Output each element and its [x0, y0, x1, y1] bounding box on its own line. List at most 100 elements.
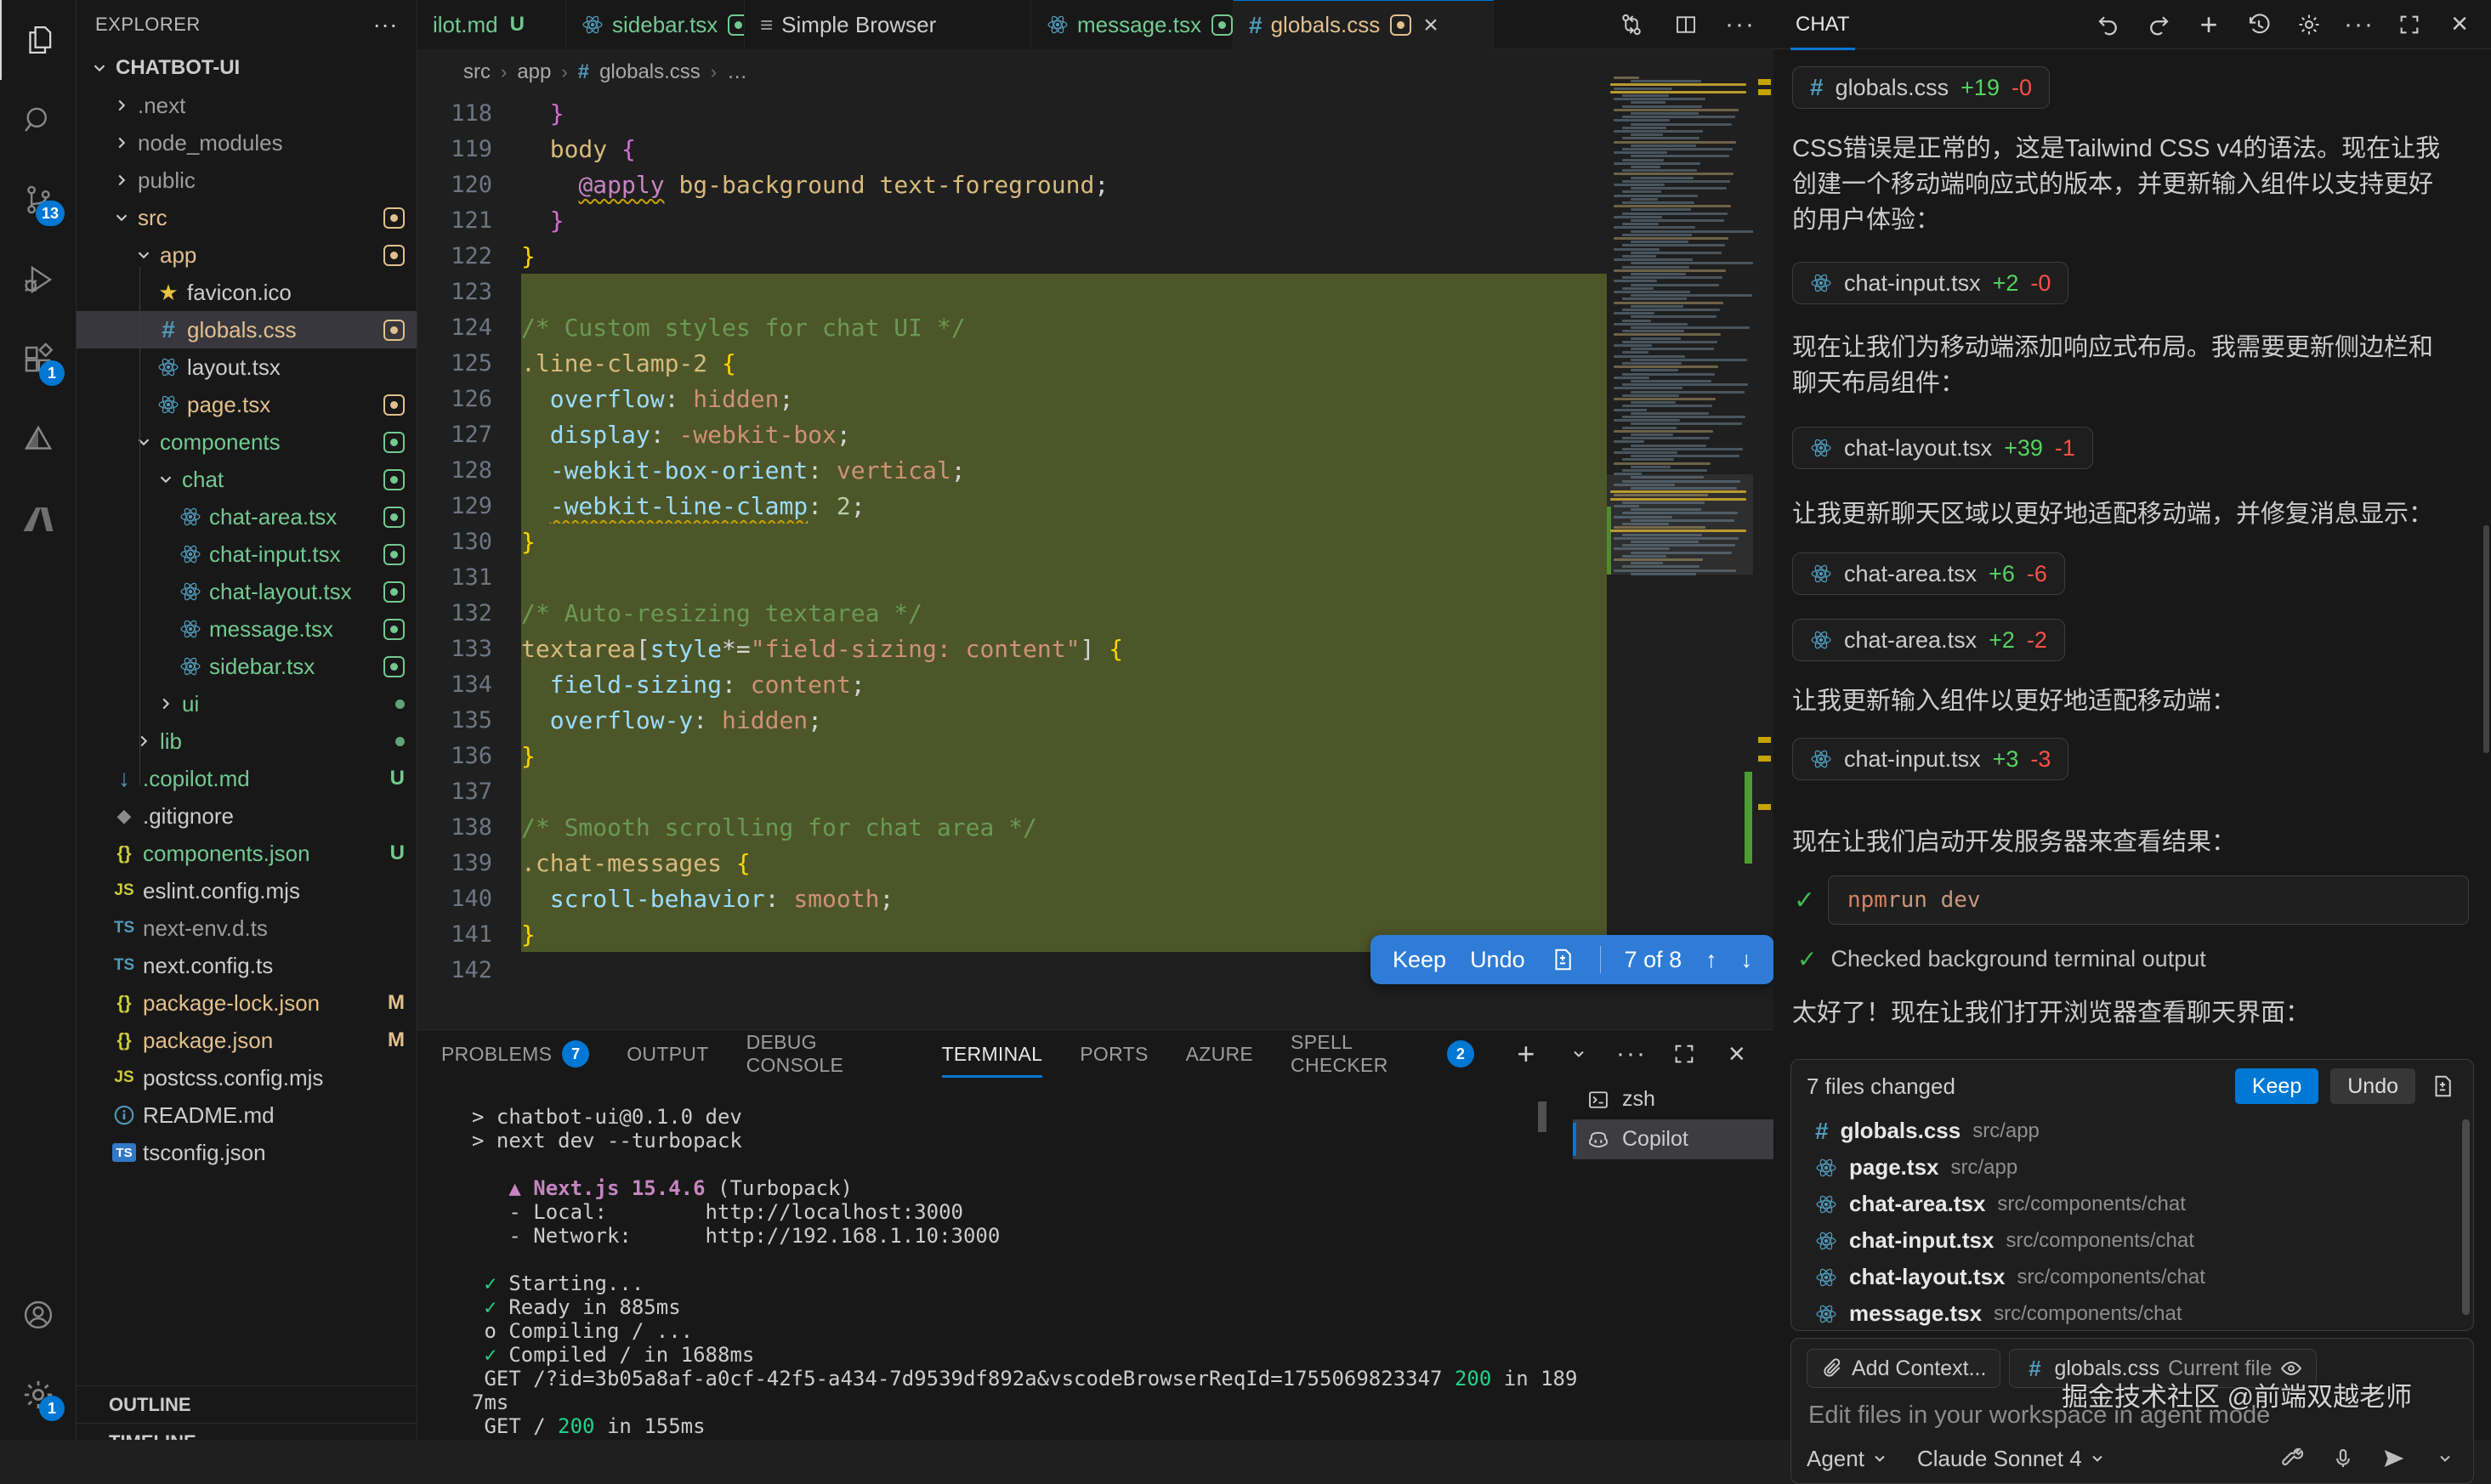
tree-item-tsconfig.json[interactable]: TStsconfig.json [77, 1134, 417, 1171]
tree-item-message.tsx[interactable]: message.tsx [77, 610, 417, 648]
activity-azure[interactable] [0, 479, 77, 559]
changed-file-row[interactable]: chat-input.tsxsrc/components/chat [1791, 1222, 2473, 1259]
close-panel-icon[interactable]: × [1722, 1039, 1751, 1068]
tree-item-sidebar.tsx[interactable]: sidebar.tsx [77, 648, 417, 685]
breadcrumb-item[interactable]: src [463, 60, 491, 84]
tree-item-globals.css[interactable]: #globals.css [77, 311, 417, 348]
keep-all-button[interactable]: Keep [2235, 1068, 2318, 1104]
tree-item-package-lock.json[interactable]: {}package-lock.jsonM [77, 984, 417, 1022]
undo-icon[interactable] [2094, 10, 2123, 39]
chat-scrollbar[interactable] [2483, 525, 2489, 753]
tree-item-package.json[interactable]: {}package.jsonM [77, 1022, 417, 1059]
diff-file-icon[interactable] [1549, 946, 1576, 973]
timeline-section[interactable]: TIMELINE [77, 1423, 417, 1440]
outline-section[interactable]: OUTLINE [77, 1385, 417, 1423]
explorer-more-actions-icon[interactable]: ··· [373, 11, 398, 38]
diff-file-icon[interactable] [2427, 1071, 2458, 1102]
tree-item-public[interactable]: public [77, 161, 417, 199]
close-icon[interactable]: × [1423, 11, 1438, 40]
tree-item-.next[interactable]: .next [77, 87, 417, 124]
tree-root-chatbot-ui[interactable]: CHATBOT-UI [77, 49, 417, 87]
terminal-dropdown-icon[interactable] [1564, 1039, 1593, 1068]
more-actions-icon[interactable]: ··· [1726, 10, 1755, 39]
new-terminal-icon[interactable]: + [1512, 1039, 1541, 1068]
history-icon[interactable] [2244, 10, 2273, 39]
panel-tab-debug-console[interactable]: DEBUG CONSOLE [746, 1030, 905, 1078]
file-change-chip[interactable]: #globals.css+19-0 [1792, 66, 2050, 109]
breadcrumb-item[interactable]: app [517, 60, 551, 84]
model-dropdown[interactable]: Claude Sonnet 4 [1917, 1446, 2106, 1472]
tree-item-ui[interactable]: ui [77, 685, 417, 722]
file-change-chip[interactable]: chat-input.tsx+2-0 [1792, 262, 2068, 304]
tab-message.tsx[interactable]: message.tsx [1031, 0, 1234, 49]
maximize-panel-icon[interactable] [1670, 1039, 1699, 1068]
terminal-list-item-zsh[interactable]: zsh [1573, 1079, 1773, 1119]
terminal-command-box[interactable]: npm run dev [1828, 875, 2469, 925]
expand-icon[interactable] [2395, 10, 2424, 39]
panel-tab-terminal[interactable]: TERMINAL [942, 1030, 1043, 1078]
more-actions-icon[interactable]: ··· [2345, 10, 2374, 39]
tools-icon[interactable] [2278, 1444, 2307, 1473]
open-changes-icon[interactable] [1617, 10, 1646, 39]
breadcrumb[interactable]: src›app›#globals.css›… [417, 49, 1773, 95]
terminal-output[interactable]: > chatbot-ui@0.1.0 dev> next dev --turbo… [472, 1105, 1577, 1438]
tree-item-layout.tsx[interactable]: layout.tsx [77, 348, 417, 386]
changed-file-row[interactable]: #globals.csssrc/app [1791, 1113, 2473, 1149]
chat-tab[interactable]: CHAT [1790, 0, 1855, 49]
activity-accounts[interactable] [0, 1275, 77, 1355]
changed-file-row[interactable]: chat-layout.tsxsrc/components/chat [1791, 1259, 2473, 1295]
terminal-list-item-copilot[interactable]: Copilot [1573, 1119, 1773, 1159]
next-edit-icon[interactable]: ↓ [1741, 947, 1753, 973]
split-editor-icon[interactable] [1671, 10, 1700, 39]
close-icon[interactable]: × [2445, 10, 2474, 39]
tree-item-src[interactable]: src [77, 199, 417, 236]
file-change-chip[interactable]: chat-layout.tsx+39-1 [1792, 427, 2093, 469]
tab-globals.css[interactable]: #globals.css× [1234, 0, 1494, 49]
activity-explorer[interactable] [0, 0, 77, 80]
tree-item-components[interactable]: components [77, 423, 417, 461]
tab-ilot.md[interactable]: ilot.mdU [417, 0, 566, 49]
tree-item-postcss.config.mjs[interactable]: JSpostcss.config.mjs [77, 1059, 417, 1096]
undo-all-button[interactable]: Undo [2330, 1068, 2415, 1104]
file-change-chip[interactable]: chat-area.tsx+2-2 [1792, 619, 2065, 661]
panel-tab-spell-checker[interactable]: SPELL CHECKER2 [1291, 1030, 1474, 1078]
tree-item-chat-input.tsx[interactable]: chat-input.tsx [77, 535, 417, 573]
settings-icon[interactable] [2295, 10, 2324, 39]
eye-icon[interactable] [2280, 1357, 2302, 1379]
tree-item-components.json[interactable]: {}components.jsonU [77, 835, 417, 872]
tree-item-page.tsx[interactable]: page.tsx [77, 386, 417, 423]
tree-item-node-modules[interactable]: node_modules [77, 124, 417, 161]
tab-sidebar.tsx[interactable]: sidebar.tsx [566, 0, 745, 49]
changed-file-row[interactable]: page.tsxsrc/app [1791, 1149, 2473, 1186]
tree-item-next.config.ts[interactable]: TSnext.config.ts [77, 947, 417, 984]
file-change-chip[interactable]: chat-input.tsx+3-3 [1792, 738, 2068, 780]
code-editor[interactable]: 118 }119 body {120 @apply bg-background … [417, 95, 1607, 1029]
tree-item-chat[interactable]: chat [77, 461, 417, 498]
send-icon[interactable] [2380, 1444, 2409, 1473]
tree-item-chat-layout.tsx[interactable]: chat-layout.tsx [77, 573, 417, 610]
panel-tab-azure[interactable]: AZURE [1186, 1030, 1253, 1078]
tree-item-favicon.ico[interactable]: ★favicon.ico [77, 274, 417, 311]
tree-item-next-env.d.ts[interactable]: TSnext-env.d.ts [77, 909, 417, 947]
panel-tab-ports[interactable]: PORTS [1080, 1030, 1148, 1078]
add-context-chip[interactable]: Add Context... [1807, 1349, 2000, 1388]
send-dropdown-icon[interactable] [2431, 1444, 2460, 1473]
tree-item-.copilot.md[interactable]: ↓.copilot.mdU [77, 760, 417, 797]
tree-item-README.md[interactable]: README.md [77, 1096, 417, 1134]
chat-input-card[interactable]: Add Context...#globals.cssCurrent fileEd… [1790, 1338, 2474, 1484]
microphone-icon[interactable] [2329, 1444, 2358, 1473]
undo-button[interactable]: Undo [1470, 947, 1525, 973]
panel-tab-problems[interactable]: PROBLEMS7 [441, 1030, 589, 1078]
file-change-chip[interactable]: chat-area.tsx+6-6 [1792, 552, 2065, 595]
breadcrumb-item[interactable]: globals.css [599, 60, 701, 84]
minimap[interactable] [1607, 76, 1753, 1020]
tree-item-app[interactable]: app [77, 236, 417, 274]
breadcrumb-item[interactable]: … [727, 60, 747, 84]
previous-edit-icon[interactable]: ↑ [1705, 947, 1717, 973]
agent-mode-dropdown[interactable]: Agent [1807, 1446, 1888, 1472]
current-file-chip[interactable]: #globals.cssCurrent file [2009, 1349, 2317, 1388]
activity-search[interactable] [0, 80, 77, 160]
files-scrollbar[interactable] [2462, 1119, 2470, 1315]
terminal-scrollbar[interactable] [1538, 1102, 1546, 1132]
activity-manage[interactable]: 1 [0, 1355, 77, 1435]
